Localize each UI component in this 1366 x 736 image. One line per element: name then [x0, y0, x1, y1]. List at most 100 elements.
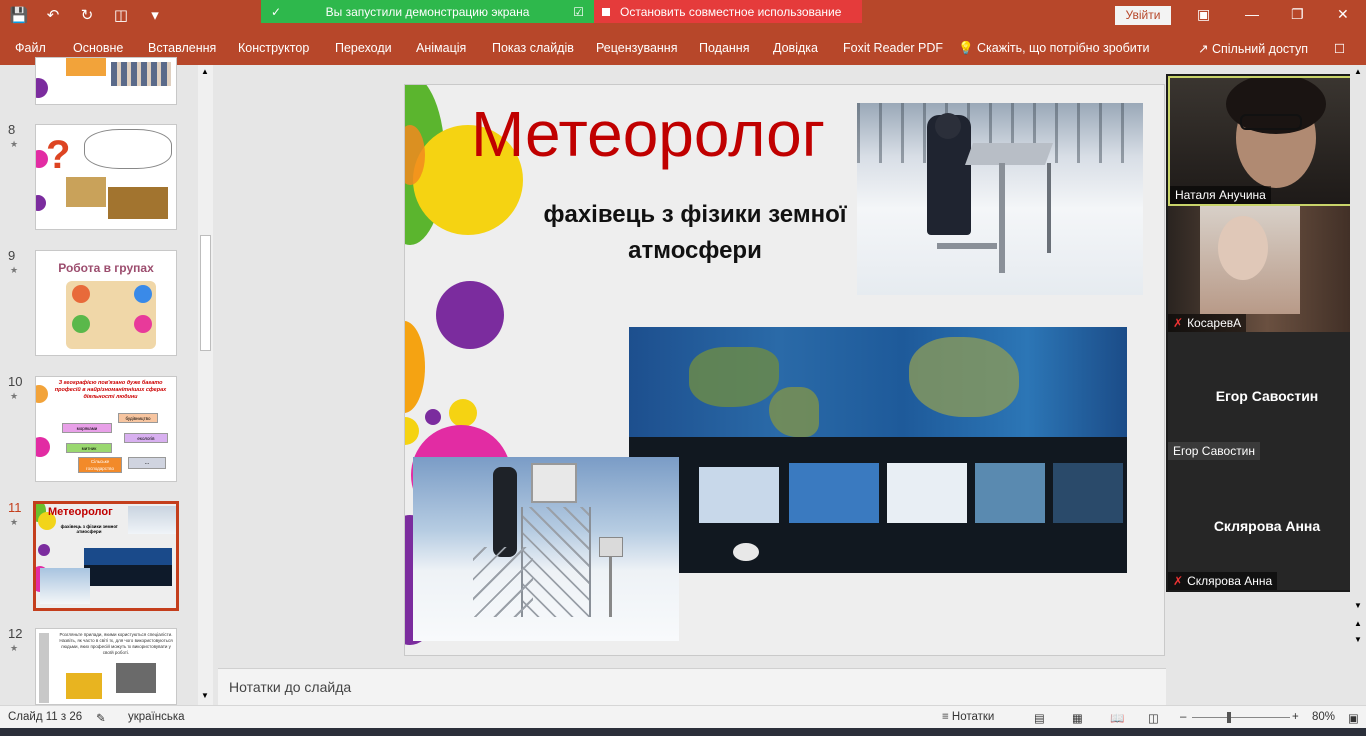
zoom-slider[interactable] — [1192, 717, 1290, 718]
slide-thumbnail-10[interactable]: З географією пов'язано дуже багато профе… — [35, 376, 177, 482]
participant-tile[interactable]: Наталя Анучина — [1168, 76, 1366, 206]
sharing-status: ✓ Вы запустили демонстрацию экрана ☑ — [261, 0, 594, 23]
next-slide-icon[interactable]: ▼ — [1354, 635, 1362, 644]
slide-thumbnails-pane: 8 ★ ? 9 ★ Робота в групах 10 ★ З географ… — [0, 57, 218, 705]
thumbnails-scrollbar[interactable]: ▲ ▼ — [198, 65, 213, 705]
thumbnail-subtitle: фахівець з фізики земної атмосфери — [60, 524, 118, 534]
notes-placeholder: Нотатки до слайда — [229, 679, 352, 695]
decor-circle — [425, 409, 441, 425]
share-button[interactable]: ↗ Спільний доступ — [1198, 41, 1308, 56]
slide-thumbnail-8[interactable]: ? — [35, 124, 177, 230]
tell-me-input[interactable]: Скажіть, що потрібно зробити — [977, 41, 1150, 55]
decor-circle — [405, 321, 425, 413]
close-icon[interactable]: ✕ — [1337, 6, 1349, 23]
decor-circle — [449, 399, 477, 427]
tab-insert[interactable]: Вставлення — [148, 41, 216, 55]
animation-star-icon: ★ — [10, 391, 19, 401]
photo-weather-shelter[interactable] — [413, 457, 679, 641]
slide-title[interactable]: Метеоролог — [471, 97, 825, 171]
participant-name: Склярова Анна — [1187, 574, 1273, 588]
scrollbar-thumb[interactable] — [200, 235, 211, 351]
shield-icon: ☑ — [573, 4, 584, 19]
thumbnail-box: митник — [66, 443, 112, 453]
thumbnail-number: 9 — [8, 248, 16, 263]
slide-canvas[interactable]: Метеоролог фахівець з фізики земної атмо… — [404, 84, 1165, 656]
tab-animations[interactable]: Анімація — [416, 41, 466, 55]
thumbnail-title: Робота в групах — [58, 261, 154, 275]
zoom-in-icon[interactable]: + — [1292, 711, 1299, 723]
slideshow-icon[interactable]: ◫ — [1148, 711, 1159, 725]
participant-tile[interactable]: ✗ КосаревА — [1168, 206, 1366, 332]
minimize-icon[interactable]: — — [1245, 6, 1259, 22]
animation-star-icon: ★ — [10, 643, 19, 653]
slide-thumbnail-9[interactable]: Робота в групах — [35, 250, 177, 356]
reading-view-icon[interactable]: 📖 — [1110, 711, 1124, 725]
animation-star-icon: ★ — [10, 139, 19, 149]
fit-to-window-icon[interactable]: ▣ — [1348, 711, 1359, 725]
mic-off-icon: ✗ — [1173, 316, 1184, 330]
thumbnail-box: екологів — [124, 433, 168, 443]
tab-review[interactable]: Рецензування — [596, 41, 677, 55]
tab-help[interactable]: Довідка — [773, 41, 818, 55]
slide-scrollbar[interactable]: ▲ ▼ ▲ ▼ — [1350, 65, 1366, 705]
thumbnail-number: 10 — [8, 374, 23, 389]
slide-thumbnail-7[interactable] — [35, 57, 177, 105]
screen-share-banner: ✓ Вы запустили демонстрацию экрана ☑ Ост… — [261, 0, 862, 23]
notes-button-label: Нотатки — [951, 711, 995, 723]
undo-icon[interactable]: ↶ — [42, 4, 64, 28]
zoom-slider-thumb[interactable] — [1227, 712, 1231, 723]
slide-thumbnail-12[interactable]: Розгляньте прилади, якими користуються с… — [35, 628, 177, 705]
pin-icon[interactable]: ✓ — [271, 5, 281, 19]
notes-pane[interactable]: Нотатки до слайда — [218, 668, 1166, 705]
photo-forecast-center[interactable] — [629, 327, 1127, 573]
present-icon[interactable]: ◫ — [110, 4, 132, 28]
ribbon-tabs: Файл Основне Вставлення Конструктор Пере… — [0, 32, 1366, 65]
tab-foxit[interactable]: Foxit Reader PDF — [843, 41, 943, 55]
thumbnail-box: ... — [128, 457, 166, 469]
participant-name-row: ✗ КосаревА — [1168, 314, 1247, 332]
tell-me-icon[interactable]: 💡 — [958, 41, 974, 56]
comments-icon[interactable]: ☐ — [1334, 41, 1345, 56]
save-icon[interactable]: 💾 — [8, 4, 30, 28]
notes-icon: ≡ — [942, 711, 952, 723]
thumbnail-box: моряками — [62, 423, 112, 433]
participant-tile[interactable]: Егор Савостин Егор Савостин — [1168, 332, 1366, 460]
slide-thumbnail-11[interactable]: Метеоролог фахівець з фізики земної атмо… — [33, 501, 179, 611]
slide-sorter-icon[interactable]: ▦ — [1072, 711, 1083, 725]
previous-slide-icon[interactable]: ▲ — [1354, 619, 1362, 628]
slide-subtitle[interactable]: фахівець з фізики земної атмосфери — [525, 197, 865, 269]
redo-icon[interactable]: ↻ — [76, 4, 98, 28]
notes-toggle[interactable]: ≡ Нотатки — [942, 711, 994, 723]
zoom-out-icon[interactable]: – — [1180, 711, 1186, 723]
restore-icon[interactable]: ❐ — [1291, 6, 1304, 23]
thumbnail-box: Сільське господарство — [78, 457, 122, 473]
scroll-down-icon[interactable]: ▼ — [201, 691, 209, 700]
signin-button[interactable]: Увійти — [1115, 6, 1171, 25]
glasses-icon — [1240, 114, 1302, 130]
language-indicator[interactable]: українська — [128, 711, 185, 723]
tab-home[interactable]: Основне — [73, 41, 123, 55]
tab-design[interactable]: Конструктор — [238, 41, 309, 55]
scroll-up-icon[interactable]: ▲ — [1354, 67, 1362, 76]
quick-access-toolbar: 💾 ↶ ↻ ◫ ▾ — [8, 4, 166, 28]
stop-sharing-button[interactable]: Остановить совместное использование — [594, 0, 862, 23]
participant-name: Наталя Анучина — [1170, 186, 1271, 204]
tab-transitions[interactable]: Переходи — [335, 41, 392, 55]
mic-off-icon: ✗ — [1173, 574, 1184, 588]
tab-file[interactable]: Файл — [15, 41, 46, 55]
photo-weather-instrument[interactable] — [857, 103, 1143, 295]
stop-sharing-label: Остановить совместное использование — [620, 4, 842, 19]
decor-circle — [405, 417, 419, 445]
scroll-down-icon[interactable]: ▼ — [1354, 601, 1362, 610]
tab-slideshow[interactable]: Показ слайдів — [492, 41, 574, 55]
spellcheck-icon[interactable]: ✎ — [96, 711, 106, 725]
status-bar: Слайд 11 з 26 ✎ українська ≡ Нотатки ▤ ▦… — [0, 705, 1366, 728]
normal-view-icon[interactable]: ▤ — [1034, 711, 1045, 725]
scroll-up-icon[interactable]: ▲ — [201, 67, 209, 76]
zoom-level[interactable]: 80% — [1312, 711, 1335, 723]
ribbon-display-icon[interactable]: ▣ — [1197, 6, 1210, 23]
participant-tile[interactable]: Склярова Анна ✗ Склярова Анна — [1168, 460, 1366, 590]
chevron-down-icon[interactable]: ▾ — [144, 4, 166, 28]
tab-view[interactable]: Подання — [699, 41, 749, 55]
share-icon: ↗ — [1198, 42, 1212, 56]
